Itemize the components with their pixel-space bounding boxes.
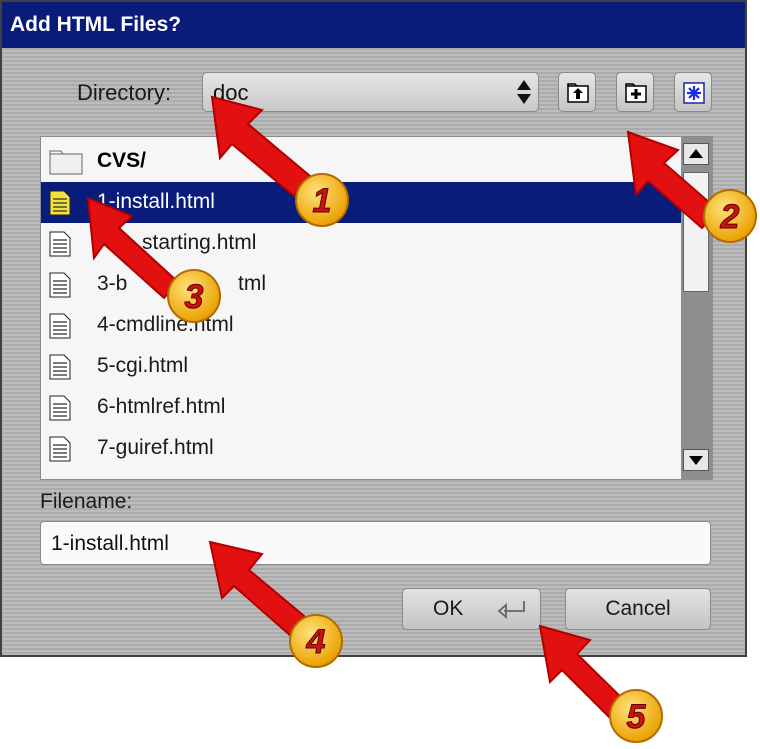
callout-badge-3: 3: [167, 269, 221, 323]
callout-overlay: 1 2 3 4 5: [86, 95, 757, 743]
callout-number-2: 2: [720, 198, 740, 236]
callout-arrow-1: [210, 95, 312, 198]
callout-arrow-3: [86, 196, 180, 300]
callout-number-4: 4: [306, 623, 326, 661]
callout-number-1: 1: [313, 182, 332, 220]
callout-badge-4: 4: [289, 614, 343, 668]
callout-badge-5: 5: [609, 689, 663, 743]
callout-badge-1: 1: [295, 173, 349, 227]
callout-number-3: 3: [185, 278, 204, 316]
callout-number-5: 5: [627, 698, 647, 736]
callout-badge-2: 2: [703, 189, 757, 243]
